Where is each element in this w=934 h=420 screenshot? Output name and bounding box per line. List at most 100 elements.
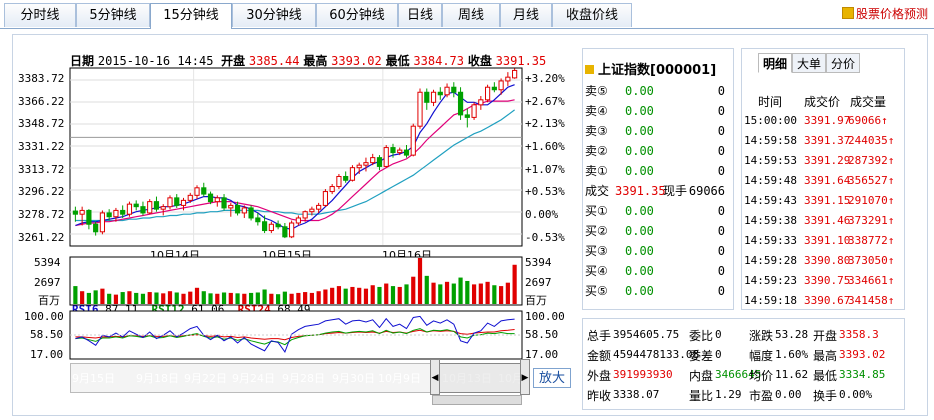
col-time: 时间 <box>758 95 783 109</box>
stats-panel: 总手 3954605.75 委比 0 涨跌 53.28 开盘 3358.3 金额 45944781… <box>582 318 905 410</box>
tab-large-orders[interactable]: 大单 <box>792 53 826 73</box>
tab-timeshare[interactable]: 分时线 <box>4 3 76 27</box>
tab-daily[interactable]: 日线 <box>398 3 442 27</box>
ask-vol: 0 <box>717 84 725 98</box>
stat-value: 53.28 <box>775 328 809 341</box>
price-tick: 3313.72 <box>18 163 65 176</box>
tab-30min[interactable]: 30分钟线 <box>232 3 316 27</box>
tab-monthly[interactable]: 月线 <box>500 3 552 27</box>
pct-tick: 0.00% <box>525 208 559 221</box>
ma10-label: MA10 <box>341 68 368 81</box>
trade-time: 14:59:53 <box>744 154 797 167</box>
overview-date: 9月22日 <box>184 372 227 385</box>
pct-tick: +2.13% <box>525 117 565 130</box>
bid-label: 买④ <box>585 264 608 278</box>
bid-row: 买⑤ 0.00 0 <box>583 281 733 301</box>
ask-vol: 0 <box>717 164 725 178</box>
overview-date: 9月28日 <box>282 372 325 385</box>
price-tick: 3383.72 <box>18 72 65 85</box>
predict-label: 股票价格预测 <box>855 7 928 21</box>
trade-volume: 341458↑ <box>848 294 895 307</box>
info-bar: 日期 2015-10-16 14:45 开盘 3385.44 最高 3393.0… <box>70 52 546 69</box>
stat-label: 内盘 <box>689 369 714 383</box>
ask-label: 卖④ <box>585 104 608 118</box>
pct-tick: +0.53% <box>525 185 565 198</box>
overview-handle-left[interactable]: ◀ <box>430 359 440 395</box>
ask-price: 0.00 <box>625 124 654 138</box>
stat-label: 均价 <box>749 369 774 383</box>
trade-time: 14:59:18 <box>744 294 797 307</box>
trade-time: 15:00:00 <box>744 114 797 127</box>
ma20-value: 3360.16 <box>460 68 508 81</box>
ma5-value: 3380.14 <box>288 68 335 81</box>
trade-price: 3391.29 <box>804 154 851 167</box>
vol-unit-right: 百万 <box>525 294 547 307</box>
stat-value: 0.00% <box>839 388 873 401</box>
deal-price: 3391.35 <box>615 184 666 198</box>
rsi-legend: RSI6 87.11 RSI12 61.06 RSI24 68.49 <box>72 303 311 316</box>
date-tick: 10月15日 <box>262 249 312 262</box>
tab-15min[interactable]: 15分钟线 <box>150 3 232 29</box>
trade-volume: 287392↑ <box>848 154 895 167</box>
trade-time: 14:59:33 <box>744 234 797 247</box>
stat-label: 外盘 <box>587 369 612 383</box>
quote-panel: 上证指数[000001] 卖⑤ 0.00 0 卖④ 0.00 0 卖③ 0.00 0 卖② 0… <box>582 48 734 310</box>
stat-value: 3334.85 <box>839 368 886 381</box>
low-label: 最低 <box>385 54 410 68</box>
ask-price: 0.00 <box>625 84 654 98</box>
trade-time: 14:59:28 <box>744 254 797 267</box>
overview-scroll-thumb[interactable] <box>432 395 522 405</box>
bid-price: 0.00 <box>625 244 654 258</box>
tab-60min[interactable]: 60分钟线 <box>316 3 398 27</box>
deal-label: 成交 <box>585 184 610 198</box>
trade-volume: 373291↑ <box>848 214 895 227</box>
rsi6-value: 87.11 <box>105 303 139 316</box>
stat-value: 391993930 <box>613 368 673 381</box>
price-predict-link[interactable]: 股票价格预测 <box>841 5 928 23</box>
pct-tick: +1.60% <box>525 140 565 153</box>
ask-price: 0.00 <box>625 164 654 178</box>
tab-weekly[interactable]: 周线 <box>442 3 500 27</box>
rsi12-label: RSI12 <box>151 303 185 316</box>
low-value: 3384.73 <box>413 54 464 68</box>
overview-window[interactable] <box>440 363 520 393</box>
deal-unit: 现手 <box>663 184 688 198</box>
tab-close-line[interactable]: 收盘价线 <box>552 3 632 27</box>
trade-price: 3391.15 <box>804 194 851 207</box>
ask-row: 卖④ 0.00 0 <box>583 101 733 121</box>
ask-row: 卖③ 0.00 0 <box>583 121 733 141</box>
open-value: 3385.44 <box>248 54 300 68</box>
overview-date: 9月24日 <box>232 372 275 385</box>
stat-label: 量比 <box>689 389 714 403</box>
stat-label: 市盈 <box>749 389 774 403</box>
rsi24-value: 68.49 <box>277 303 311 316</box>
trade-volume: 338772↑ <box>848 234 895 247</box>
bid-vol: 0 <box>717 264 725 278</box>
vol-unit: 百万 <box>38 294 60 307</box>
trade-volume: 334661↑ <box>848 274 895 287</box>
bid-vol: 0 <box>717 224 725 238</box>
pct-tick: -0.53% <box>525 231 565 244</box>
col-price: 成交价 <box>804 95 841 109</box>
price-tick: 3261.22 <box>18 231 65 244</box>
trade-time: 14:59:48 <box>744 174 797 187</box>
price-tick: 3331.22 <box>18 140 65 153</box>
tab-5min[interactable]: 5分钟线 <box>76 3 150 27</box>
trade-volume: 69066↑ <box>848 114 888 127</box>
trade-price: 3390.67 <box>804 294 851 307</box>
bid-label: 买③ <box>585 244 608 258</box>
price-tick: 3278.72 <box>18 208 65 221</box>
bid-vol: 0 <box>717 204 725 218</box>
col-volume: 成交量 <box>850 95 887 109</box>
bid-label: 买⑤ <box>585 284 608 298</box>
overview-handle-right[interactable]: ▶ <box>520 359 530 395</box>
ask-price: 0.00 <box>625 104 654 118</box>
overview-date: 9月30日 <box>332 372 375 385</box>
tab-price-dist[interactable]: 分价 <box>826 53 860 73</box>
zoom-in-button[interactable]: 放大 <box>533 368 571 388</box>
ask-label: 卖① <box>585 164 608 178</box>
bid-row: 买④ 0.00 0 <box>583 261 733 281</box>
tab-detail[interactable]: 明细 <box>758 53 792 73</box>
ma20-label: MA20 <box>427 68 455 81</box>
stat-label: 开盘 <box>813 329 838 343</box>
